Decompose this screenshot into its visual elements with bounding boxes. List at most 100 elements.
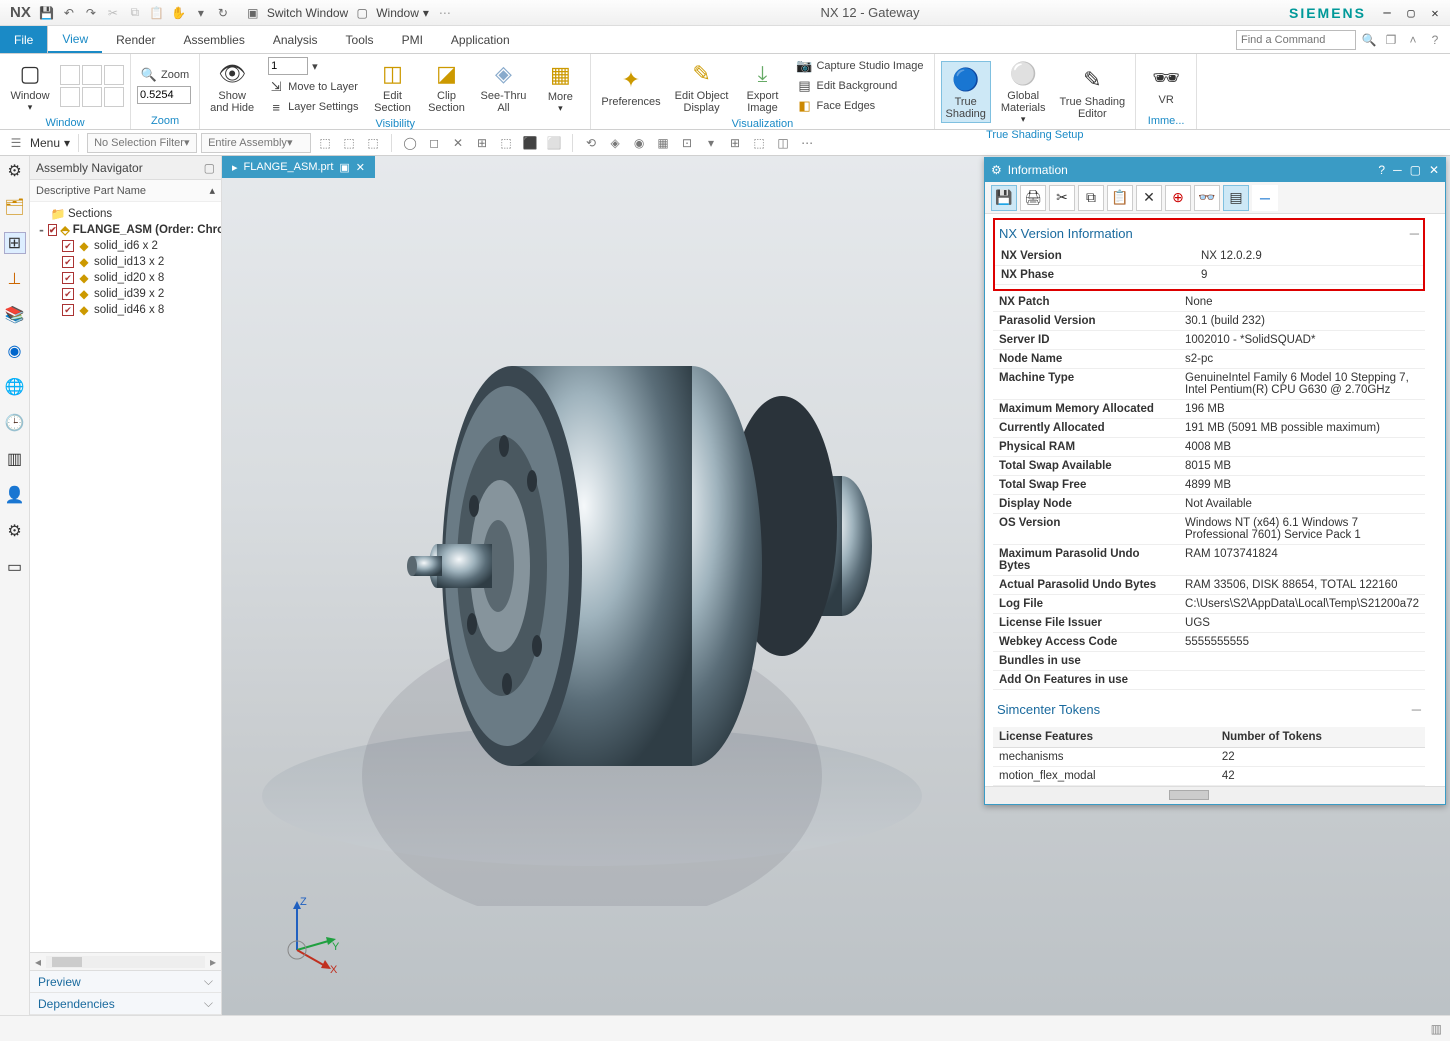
sel-icon-15[interactable]: ⊡ [677,133,697,153]
info-section-tokens[interactable]: Simcenter Tokens ─ [993,696,1425,723]
sel-icon-18[interactable]: ⬚ [749,133,769,153]
tree-item[interactable]: ✔◆solid_id46 x 8 [32,302,219,318]
tab-render[interactable]: Render [102,26,169,53]
document-tab[interactable]: ▸ FLANGE_ASM.prt ▣ ✕ [222,156,375,178]
sel-icon-13[interactable]: ◉ [629,133,649,153]
info-print-icon[interactable]: 🖨 [1020,185,1046,211]
info-cut-icon[interactable]: ✂ [1049,185,1075,211]
close-button[interactable]: ✕ [1424,4,1446,22]
sel-icon-6[interactable]: ✕ [448,133,468,153]
browser-icon[interactable]: 🌐 [4,376,26,398]
zoom-button[interactable]: 🔍Zoom [137,66,193,84]
touch-icon[interactable]: ✋ [169,3,189,23]
visual-report-icon[interactable]: ▥ [4,448,26,470]
minimize-button[interactable]: ─ [1376,4,1398,22]
checkbox-icon[interactable]: ✔ [62,256,74,268]
edit-background-button[interactable]: ▤Edit Background [792,77,927,95]
info-delete-icon[interactable]: ✕ [1136,185,1162,211]
capture-studio-button[interactable]: 📷Capture Studio Image [792,57,927,75]
hd3d-icon[interactable]: ◉ [4,340,26,362]
edit-object-display-button[interactable]: ✎Edit Object Display [671,56,733,116]
layout-cell[interactable] [82,65,102,85]
tab-assemblies[interactable]: Assemblies [170,26,259,53]
info-save-icon[interactable]: 💾 [991,185,1017,211]
sel-icon-5[interactable]: ◻ [424,133,444,153]
checkbox-icon[interactable]: ✔ [62,304,74,316]
info-paste-icon[interactable]: 📋 [1107,185,1133,211]
info-target-icon[interactable]: ⊕ [1165,185,1191,211]
sel-icon-16[interactable]: ▾ [701,133,721,153]
info-hscroll[interactable] [985,786,1445,804]
window-button[interactable]: ▢ Window ▾ [6,56,54,115]
tokens-col-features[interactable]: License Features [993,727,1216,748]
status-settings-icon[interactable]: ▥ [1431,1022,1442,1036]
tree-sections[interactable]: 📁 Sections [32,206,219,222]
window-icon[interactable]: ▢ [352,3,372,23]
gear-icon[interactable]: ⚙ [4,160,26,182]
checkbox-icon[interactable]: ✔ [48,224,58,236]
checkbox-icon[interactable]: ✔ [62,288,74,300]
dependencies-panel-header[interactable]: Dependencies⌵ [30,993,221,1015]
scroll-right-icon[interactable]: ▸ [205,955,221,969]
menu-dd-icon[interactable]: ▾ [64,136,70,150]
paste-icon[interactable]: 📋 [147,3,167,23]
nav-column-header[interactable]: Descriptive Part Name ▴ [30,180,221,202]
help-icon[interactable]: ? [1426,31,1444,49]
see-thru-button[interactable]: ◈See-Thru All [477,56,531,116]
layout-cell[interactable] [104,87,124,107]
restore-window-icon[interactable]: ❐ [1382,31,1400,49]
view-triad[interactable]: Z Y X [272,895,352,975]
nav-hscroll[interactable]: ◂ ▸ [30,952,221,970]
sel-icon-17[interactable]: ⊞ [725,133,745,153]
sel-icon-7[interactable]: ⊞ [472,133,492,153]
menu-icon[interactable]: ☰ [6,133,26,153]
search-icon[interactable]: 🔍 [1360,31,1378,49]
sys-icon[interactable]: ⚙ [4,520,26,542]
cut-icon[interactable]: ✂ [103,3,123,23]
zoom-value-input[interactable] [137,86,191,104]
tree-root[interactable]: - ✔ ⬘ FLANGE_ASM (Order: Chro [32,222,219,238]
find-command-input[interactable] [1236,30,1356,50]
assembly-scope-dropdown[interactable]: Entire Assembly ▾ [201,133,311,153]
sel-icon-1[interactable]: ⬚ [315,133,335,153]
info-copy-icon[interactable]: ⧉ [1078,185,1104,211]
tab-view[interactable]: View [48,26,102,53]
tokens-col-number[interactable]: Number of Tokens [1216,727,1425,748]
sort-icon[interactable]: ▴ [209,184,215,197]
global-materials-button[interactable]: ⚪Global Materials▾ [997,56,1050,127]
export-image-button[interactable]: ⤓Export Image [738,56,786,116]
scroll-left-icon[interactable]: ◂ [30,955,46,969]
move-to-layer-button[interactable]: ⇲Move to Layer [264,78,362,96]
info-titlebar[interactable]: ⚙ Information ? ─ ▢ ✕ [985,158,1445,182]
info-scroll-thumb[interactable] [1169,790,1209,800]
constraint-nav-icon[interactable]: ⊥ [4,268,26,290]
switch-window-icon[interactable]: ▣ [243,3,263,23]
tab-pmi[interactable]: PMI [388,26,437,53]
part-navigator-icon[interactable]: 🗂 [4,196,26,218]
collapse-icon[interactable]: ─ [1410,226,1419,241]
tree-item[interactable]: ✔◆solid_id20 x 8 [32,270,219,286]
layer-settings-button[interactable]: ≡Layer Settings [264,98,362,116]
redo-icon[interactable]: ↷ [81,3,101,23]
collapse-ribbon-icon[interactable]: ˄ [1404,31,1422,49]
layout-cell[interactable] [82,87,102,107]
info-close-icon[interactable]: ✕ [1429,163,1439,177]
vr-button[interactable]: 🕶VR [1142,60,1190,108]
info-list-icon[interactable]: ▤ [1223,185,1249,211]
sel-icon-3[interactable]: ⬚ [363,133,383,153]
sel-icon-14[interactable]: ▦ [653,133,673,153]
info-maximize-icon[interactable]: ▢ [1410,163,1421,177]
edit-section-button[interactable]: ◫Edit Section [369,56,417,116]
sel-icon-9[interactable]: ⬛ [520,133,540,153]
chevron-down-icon[interactable]: ▾ [423,6,429,20]
close-tab-icon[interactable]: ✕ [356,161,365,174]
roles-icon[interactable]: 👤 [4,484,26,506]
undo-icon[interactable]: ↶ [59,3,79,23]
tab-analysis[interactable]: Analysis [259,26,332,53]
reuse-library-icon[interactable]: 📚 [4,304,26,326]
info-collapse-icon[interactable]: ─ [1252,185,1278,211]
sel-icon-8[interactable]: ⬚ [496,133,516,153]
tree-item[interactable]: ✔◆solid_id13 x 2 [32,254,219,270]
expand-icon[interactable]: - [38,223,45,237]
layout-cell[interactable] [60,65,80,85]
